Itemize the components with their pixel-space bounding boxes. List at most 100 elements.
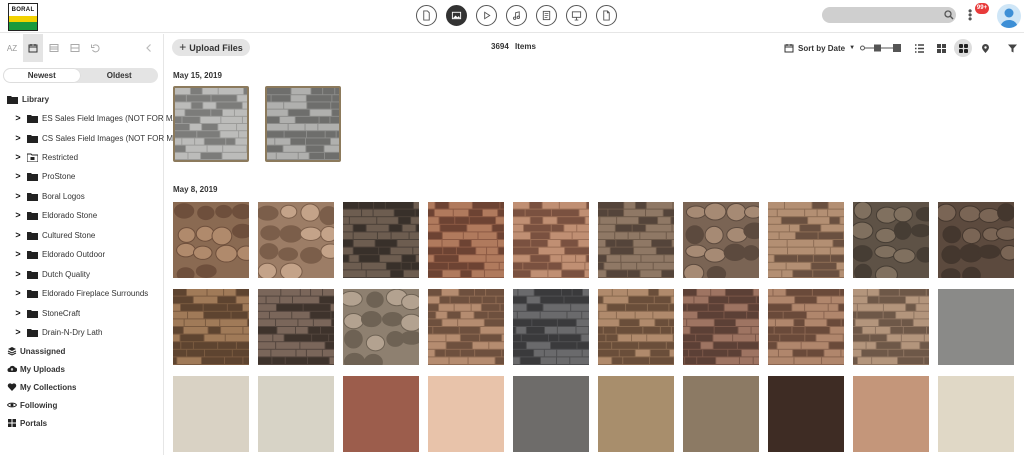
library-label: Library [22, 94, 50, 104]
asset-thumbnail[interactable] [853, 289, 929, 365]
folder-item[interactable]: > Drain-N-Dry Lath [14, 325, 102, 339]
portals-item[interactable]: Portals [7, 416, 47, 430]
sort-az-button[interactable]: AZ [2, 34, 22, 62]
asset-thumbnail[interactable] [258, 202, 334, 278]
more-menu-icon[interactable]: • • • [968, 5, 974, 25]
unassigned-item[interactable]: Unassigned [7, 344, 65, 358]
folder-label: Cultured Stone [42, 230, 96, 240]
my-collections-item[interactable]: My Collections [7, 380, 76, 394]
portals-label: Portals [20, 418, 48, 428]
library-item[interactable]: Library [7, 92, 49, 106]
folder-item[interactable]: > Dutch Quality [14, 267, 90, 281]
folder-item[interactable]: > Boral Logos [14, 189, 85, 203]
asset-thumbnail[interactable] [428, 202, 504, 278]
chevron-right-icon[interactable]: > [14, 327, 22, 337]
other-file-icon[interactable] [596, 5, 617, 26]
asset-thumbnail[interactable] [173, 289, 249, 365]
sort-dropdown[interactable]: Sort by Date ▼ [784, 42, 855, 54]
chevron-right-icon[interactable]: > [14, 269, 22, 279]
folder-item[interactable]: > Eldorado Stone [14, 208, 97, 222]
asset-thumbnail[interactable] [598, 202, 674, 278]
asset-thumbnail[interactable] [173, 86, 249, 162]
asset-thumbnail[interactable] [768, 289, 844, 365]
large-grid-view-button[interactable] [954, 39, 972, 57]
asset-thumbnail[interactable] [938, 289, 1014, 365]
upload-files-button[interactable]: + Upload Files [172, 39, 250, 56]
asset-thumbnail[interactable] [598, 376, 674, 452]
asset-thumbnail[interactable] [598, 289, 674, 365]
oldest-button[interactable]: Oldest [81, 68, 159, 83]
asset-thumbnail[interactable] [683, 202, 759, 278]
chevron-right-icon[interactable]: > [14, 191, 22, 201]
asset-thumbnail[interactable] [258, 289, 334, 365]
video-icon[interactable] [476, 5, 497, 26]
asset-thumbnail[interactable] [853, 202, 929, 278]
document-icon[interactable] [416, 5, 437, 26]
asset-thumbnail[interactable] [343, 376, 419, 452]
chevron-right-icon[interactable]: > [14, 210, 22, 220]
folder-item[interactable]: > Cultured Stone [14, 228, 95, 242]
asset-thumbnail[interactable] [938, 202, 1014, 278]
folder-item[interactable]: > ProStone [14, 169, 75, 183]
audio-icon[interactable] [506, 5, 527, 26]
list-view-button[interactable] [910, 39, 928, 57]
eye-icon [7, 402, 17, 408]
collapse-sidebar-button[interactable] [139, 34, 159, 62]
undo-button[interactable] [85, 34, 105, 62]
asset-thumbnail[interactable] [853, 376, 929, 452]
presentation-icon[interactable] [566, 5, 587, 26]
notification-badge[interactable]: 99+ [975, 3, 989, 14]
folder-label: CS Sales Field Images (NOT FOR MAR [42, 133, 185, 143]
heart-icon [7, 383, 17, 391]
calendar-button[interactable] [23, 34, 43, 62]
asset-thumbnail[interactable] [343, 202, 419, 278]
asset-thumbnail[interactable] [265, 86, 341, 162]
asset-thumbnail[interactable] [683, 289, 759, 365]
asset-thumbnail[interactable] [173, 202, 249, 278]
folder-item[interactable]: > Eldorado Outdoor [14, 247, 105, 261]
search-input[interactable] [822, 7, 956, 23]
asset-thumbnail[interactable] [938, 376, 1014, 452]
my-uploads-item[interactable]: My Uploads [7, 362, 65, 376]
folder-item[interactable]: > CS Sales Field Images (NOT FOR MAR [14, 131, 184, 145]
chevron-right-icon[interactable]: > [14, 133, 22, 143]
large-grid-icon [958, 43, 968, 53]
chevron-right-icon[interactable]: > [14, 288, 22, 298]
asset-thumbnail[interactable] [513, 376, 589, 452]
asset-thumbnail[interactable] [428, 289, 504, 365]
asset-thumbnail[interactable] [343, 289, 419, 365]
thumbnail-size-slider[interactable] [860, 43, 902, 53]
list-view-button[interactable] [44, 34, 64, 62]
folder-item[interactable]: > StoneCraft [14, 306, 80, 320]
folder-item[interactable]: > Restricted [14, 150, 78, 164]
asset-thumbnail[interactable] [258, 376, 334, 452]
filter-button[interactable] [1003, 39, 1021, 57]
folder-label: ProStone [42, 171, 76, 181]
chevron-right-icon[interactable]: > [14, 152, 22, 162]
newest-button[interactable]: Newest [3, 68, 81, 83]
asset-thumbnail[interactable] [513, 289, 589, 365]
following-item[interactable]: Following [7, 398, 57, 412]
map-view-button[interactable] [976, 39, 994, 57]
image-icon[interactable] [446, 5, 467, 26]
folder-item[interactable]: > Eldorado Fireplace Surrounds [14, 286, 148, 300]
asset-thumbnail[interactable] [428, 376, 504, 452]
folder-item[interactable]: > ES Sales Field Images (NOT FOR MAR [14, 111, 184, 125]
chevron-right-icon[interactable]: > [14, 230, 22, 240]
chevron-right-icon[interactable]: > [14, 249, 22, 259]
layout-button[interactable] [65, 34, 85, 62]
item-count-label: Items [515, 42, 536, 51]
chevron-right-icon[interactable]: > [14, 308, 22, 318]
boral-logo[interactable]: BORAL [8, 3, 38, 31]
grid-view-button[interactable] [932, 39, 950, 57]
avatar[interactable] [997, 4, 1021, 28]
asset-thumbnail[interactable] [768, 376, 844, 452]
asset-thumbnail[interactable] [173, 376, 249, 452]
text-file-icon[interactable] [536, 5, 557, 26]
chevron-right-icon[interactable]: > [14, 113, 22, 123]
chevron-right-icon[interactable]: > [14, 171, 22, 181]
asset-thumbnail[interactable] [683, 376, 759, 452]
asset-thumbnail[interactable] [768, 202, 844, 278]
asset-thumbnail[interactable] [513, 202, 589, 278]
search-icon[interactable] [944, 10, 954, 20]
